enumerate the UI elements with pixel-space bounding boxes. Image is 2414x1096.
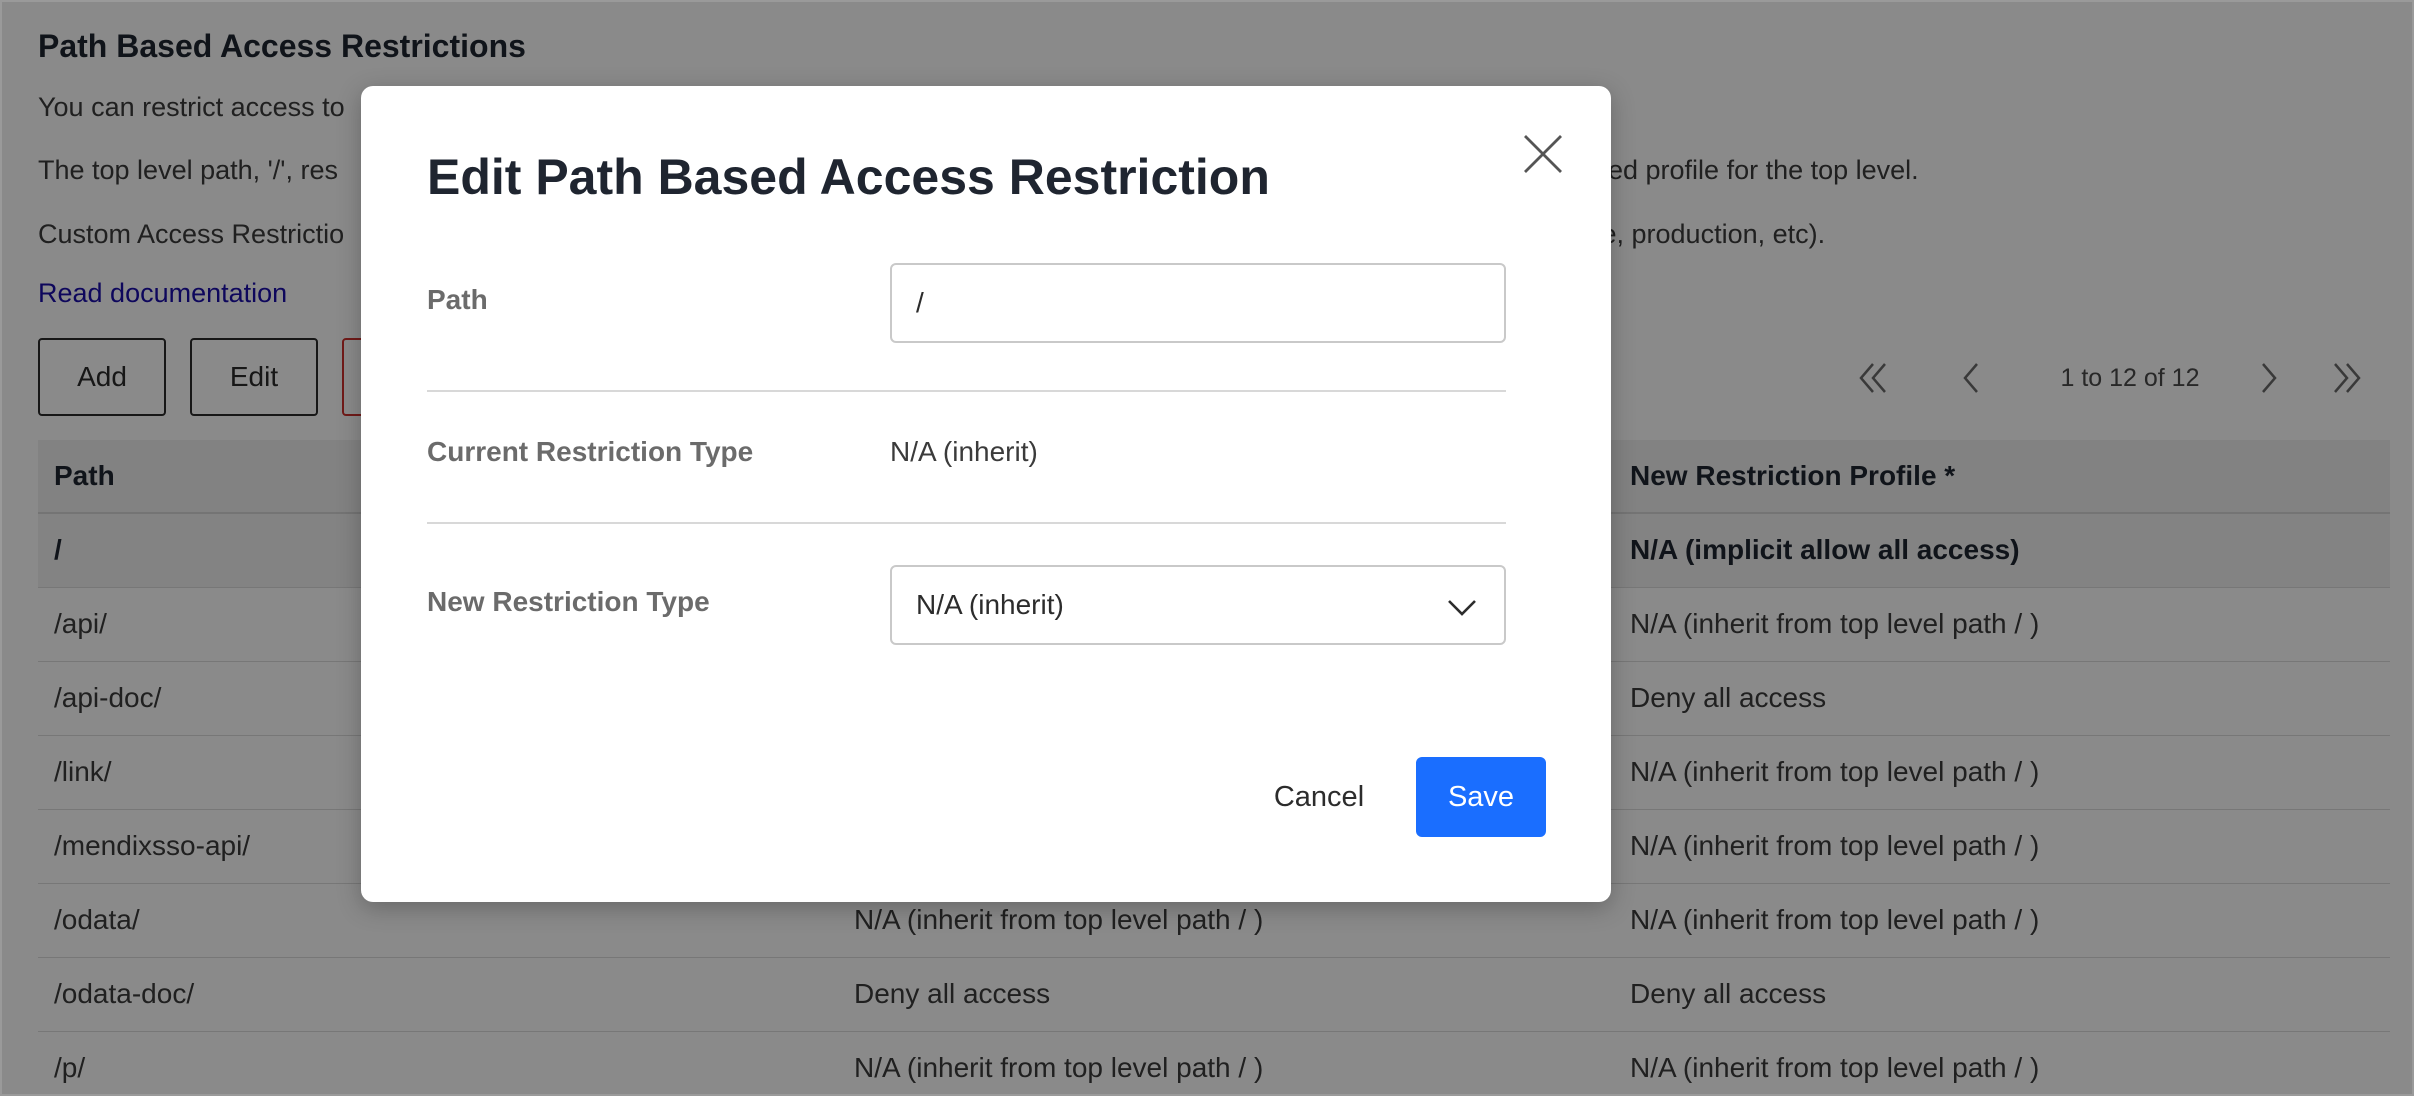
path-input[interactable] (890, 263, 1506, 343)
edit-restriction-dialog: Edit Path Based Access Restriction Path … (361, 86, 1611, 902)
new-restriction-type-select[interactable]: N/A (inherit) (890, 565, 1506, 645)
cancel-button[interactable]: Cancel (1239, 758, 1399, 836)
dialog-title: Edit Path Based Access Restriction (427, 149, 1270, 205)
new-restriction-type-label: New Restriction Type (427, 586, 710, 617)
divider (427, 390, 1506, 392)
current-restriction-type-value: N/A (inherit) (890, 436, 1038, 467)
current-restriction-type-label: Current Restriction Type (427, 436, 754, 467)
divider (427, 522, 1506, 524)
close-icon[interactable] (1513, 124, 1573, 184)
save-button[interactable]: Save (1416, 757, 1546, 837)
chevron-down-icon (1446, 593, 1478, 621)
path-label: Path (427, 284, 488, 315)
select-value: N/A (inherit) (916, 589, 1064, 620)
